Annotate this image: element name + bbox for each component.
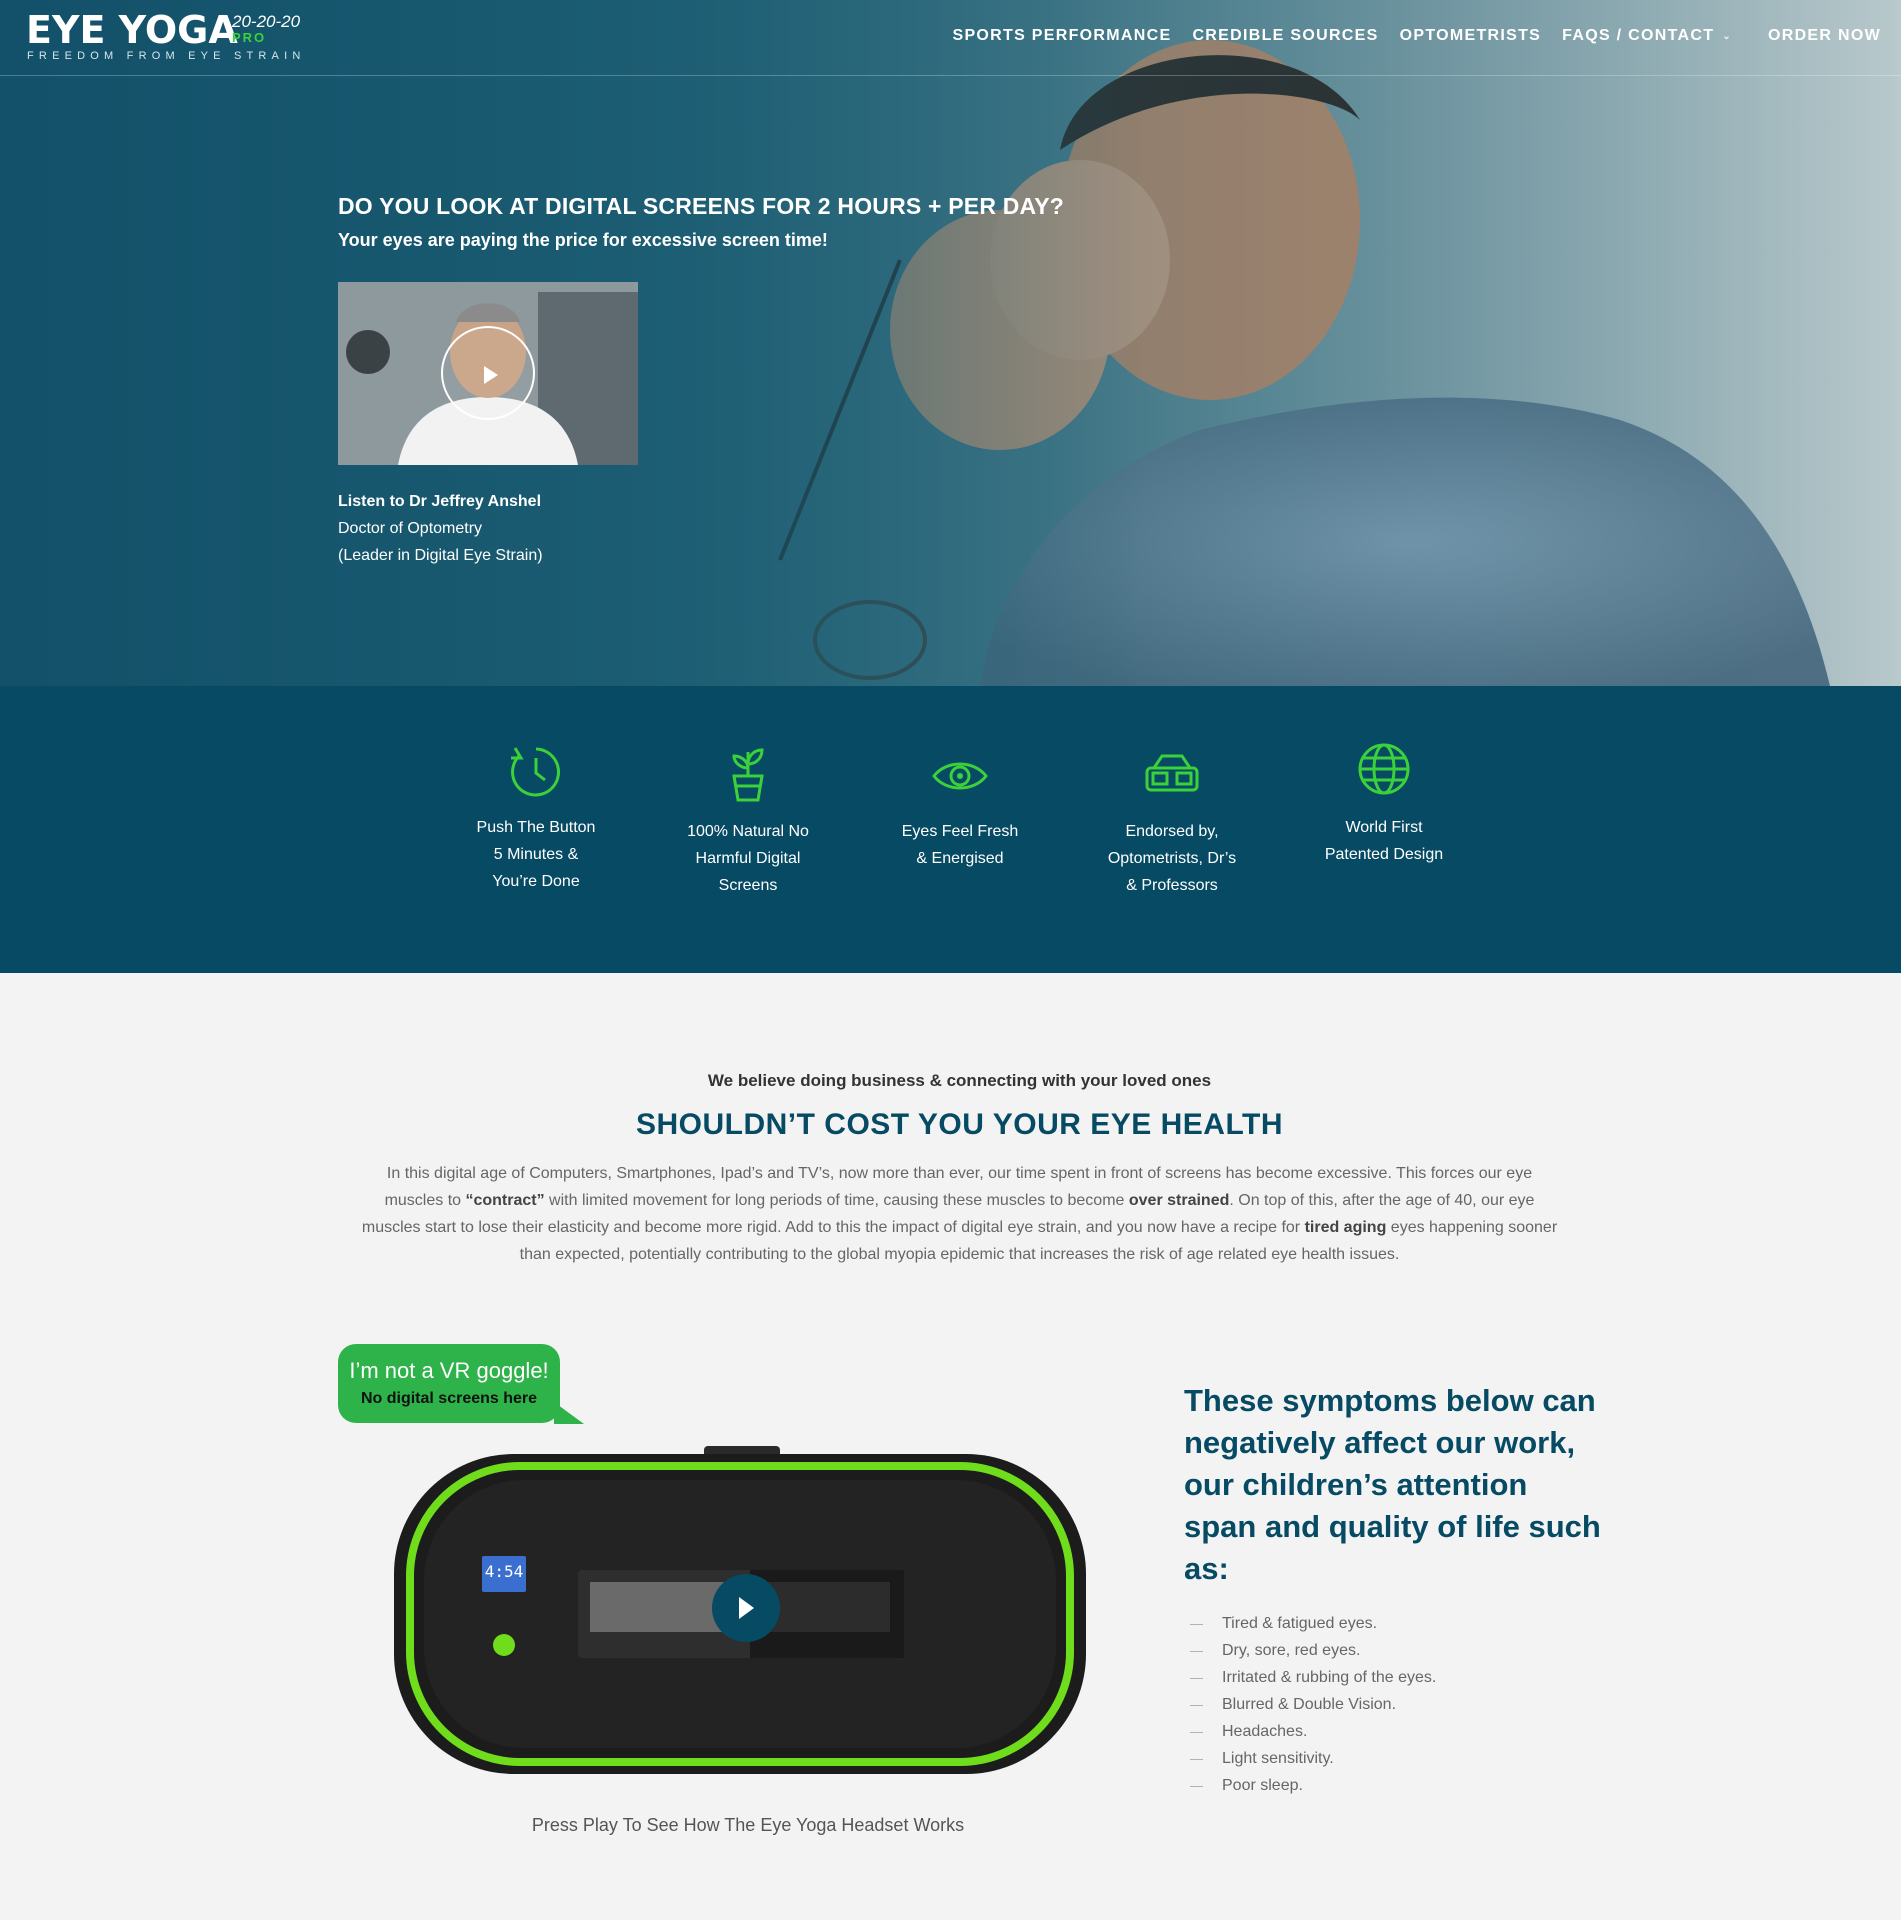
symptoms-list: Tired & fatigued eyes. Dry, sore, red ey… xyxy=(1190,1610,1436,1799)
hero-title: DO YOU LOOK AT DIGITAL SCREENS FOR 2 HOU… xyxy=(338,193,1065,219)
doctor-name: Listen to Dr Jeffrey Anshel xyxy=(338,493,542,510)
list-item: Blurred & Double Vision. xyxy=(1190,1691,1436,1718)
feature-text-line: 5 Minutes & xyxy=(493,846,579,863)
plant-icon xyxy=(732,748,764,802)
press-play-caption: Press Play To See How The Eye Yoga Heads… xyxy=(531,1815,965,1835)
feature-text-line: Push The Button xyxy=(476,819,596,836)
doctor-video-thumbnail[interactable] xyxy=(338,282,638,465)
bubble-sub-text: No digital screens here xyxy=(360,1390,538,1407)
doctor-lead: (Leader in Digital Eye Strain) xyxy=(338,547,543,564)
play-icon[interactable] xyxy=(712,1574,780,1642)
list-item: Dry, sore, red eyes. xyxy=(1190,1637,1436,1664)
symptoms-title: These symptoms below can negatively affe… xyxy=(1184,1383,1601,1586)
feature-text-line: Optometrists, Dr’s xyxy=(1107,850,1237,867)
headset-video[interactable]: 4:54 xyxy=(390,1446,1090,1780)
logo-ratio: 20-20-20 xyxy=(232,12,301,31)
list-item: Light sensitivity. xyxy=(1190,1745,1436,1772)
headset-timer: 4:54 xyxy=(485,1562,524,1581)
about-text: with limited movement for long periods o… xyxy=(544,1192,1129,1209)
about-title: SHOULDN’T COST YOU YOUR EYE HEALTH xyxy=(635,1108,1284,1141)
about-paragraph: In this digital age of Computers, Smartp… xyxy=(356,1160,1563,1268)
logo-pro: PRO xyxy=(232,30,267,45)
play-icon[interactable] xyxy=(441,326,535,420)
nav-item-order-now[interactable]: ORDER NOW xyxy=(1768,27,1881,45)
feature-text-line: Patented Design xyxy=(1324,846,1444,863)
about-emphasis: over strained xyxy=(1128,1192,1230,1209)
feature-eyes-fresh: Eyes Feel Fresh & Energised xyxy=(870,756,1050,872)
nav-menu: SPORTS PERFORMANCE CREDIBLE SOURCES OPTO… xyxy=(931,27,1881,45)
logo[interactable]: EYE YOGA 20-20-20 PRO FREEDOM FROM EYE S… xyxy=(26,8,300,62)
about-kicker: We believe doing business & connecting w… xyxy=(707,1071,1212,1090)
hero-section: EYE YOGA 20-20-20 PRO FREEDOM FROM EYE S… xyxy=(0,0,1901,686)
features-band: Push The Button 5 Minutes & You’re Done … xyxy=(0,686,1901,973)
nav-item-optometrists[interactable]: OPTOMETRISTS xyxy=(1400,27,1542,45)
clock-icon xyxy=(511,747,561,797)
feature-text-line: Harmful Digital xyxy=(695,850,801,867)
feature-text-line: Screens xyxy=(718,877,778,894)
feature-push-button: Push The Button 5 Minutes & You’re Done xyxy=(446,742,626,895)
feature-text-line: You’re Done xyxy=(492,873,580,890)
feature-text-line: Endorsed by, xyxy=(1125,823,1219,840)
feature-text-line: 100% Natural No xyxy=(687,823,809,840)
feature-text-line: Eyes Feel Fresh xyxy=(901,823,1019,840)
feature-natural: 100% Natural No Harmful Digital Screens xyxy=(658,746,838,899)
hero-subtitle: Your eyes are paying the price for exces… xyxy=(338,230,828,250)
nav-item-faqs-contact[interactable]: FAQS / CONTACT ⌄ xyxy=(1562,27,1732,45)
nav-item-sports-performance[interactable]: SPORTS PERFORMANCE xyxy=(952,27,1171,45)
nav-item-faqs-contact-label: FAQS / CONTACT xyxy=(1562,27,1715,44)
globe-icon xyxy=(1358,743,1410,795)
feature-text-line: & Energised xyxy=(916,850,1004,867)
about-emphasis: “contract” xyxy=(465,1192,545,1209)
speech-bubble: I’m not a VR goggle! No digital screens … xyxy=(338,1344,584,1424)
bubble-main-text: I’m not a VR goggle! xyxy=(349,1358,549,1383)
about-emphasis: tired aging xyxy=(1304,1219,1387,1236)
logo-wordmark: EYE YOGA xyxy=(26,8,238,52)
doctor-title: Doctor of Optometry xyxy=(338,520,483,537)
feature-endorsed: Endorsed by, Optometrists, Dr’s & Profes… xyxy=(1082,752,1262,899)
eye-icon xyxy=(932,762,988,790)
hero-overlay xyxy=(0,0,1901,686)
feature-world-first: World First Patented Design xyxy=(1294,742,1474,868)
glasses-icon xyxy=(1145,754,1199,792)
logo-tagline: FREEDOM FROM EYE STRAIN xyxy=(27,50,306,62)
chevron-down-icon: ⌄ xyxy=(1722,30,1732,42)
nav-item-credible-sources[interactable]: CREDIBLE SOURCES xyxy=(1192,27,1378,45)
list-item: Headaches. xyxy=(1190,1718,1436,1745)
list-item: Tired & fatigued eyes. xyxy=(1190,1610,1436,1637)
list-item: Poor sleep. xyxy=(1190,1772,1436,1799)
feature-text-line: World First xyxy=(1345,819,1423,836)
feature-text-line: & Professors xyxy=(1126,877,1218,894)
list-item: Irritated & rubbing of the eyes. xyxy=(1190,1664,1436,1691)
top-navigation: EYE YOGA 20-20-20 PRO FREEDOM FROM EYE S… xyxy=(0,0,1901,76)
